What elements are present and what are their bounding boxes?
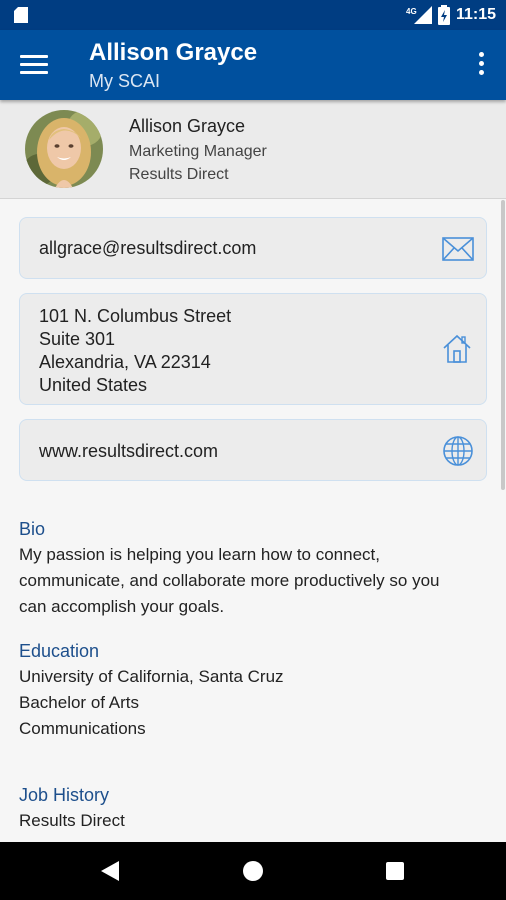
profile-job-title: Marketing Manager — [129, 143, 267, 160]
status-right: 4G 11:15 — [406, 0, 496, 30]
app-title: Allison Grayce — [89, 39, 258, 66]
job-history-heading: Job History — [19, 785, 110, 805]
more-vert-icon[interactable] — [474, 52, 488, 80]
sd-card-icon — [14, 7, 28, 23]
bio-line: My passion is helping you learn how to c… — [19, 545, 380, 564]
education-line: Bachelor of Arts — [19, 693, 140, 712]
email-text: allgrace@resultsdirect.com — [39, 238, 257, 258]
address-line: United States — [39, 375, 148, 395]
system-nav-bar — [0, 842, 506, 900]
address-line: Suite 301 — [39, 329, 116, 349]
job-history-text: Results Direct — [19, 808, 125, 834]
bio-line: can accomplish your goals. — [19, 597, 225, 616]
address-text: 101 N. Columbus Street Suite 301 Alexand… — [39, 305, 231, 397]
mail-icon — [442, 237, 474, 261]
avatar — [25, 110, 103, 188]
menu-icon[interactable] — [18, 50, 50, 80]
profile-name: Allison Grayce — [129, 116, 246, 136]
home-icon — [443, 334, 471, 363]
profile-company: Results Direct — [129, 166, 229, 183]
address-card[interactable]: 101 N. Columbus Street Suite 301 Alexand… — [19, 293, 487, 405]
bio-line: communicate, and collaborate more produc… — [19, 571, 440, 590]
svg-text:4G: 4G — [406, 7, 417, 16]
bio-heading: Bio — [19, 519, 46, 539]
website-text: www.resultsdirect.com — [39, 441, 219, 461]
profile-header: Allison Grayce Marketing Manager Results… — [0, 100, 506, 199]
education-line: University of California, Santa Cruz — [19, 667, 284, 686]
education-line: Communications — [19, 719, 146, 738]
education-heading: Education — [19, 641, 100, 661]
address-line: 101 N. Columbus Street — [39, 306, 232, 326]
back-icon[interactable] — [101, 861, 119, 881]
signal-icon: 4G — [406, 6, 432, 24]
globe-icon — [443, 436, 473, 466]
status-time: 11:15 — [455, 6, 496, 23]
job-history-line: Results Direct — [19, 811, 125, 830]
scrollbar[interactable] — [501, 200, 505, 490]
battery-icon — [437, 5, 450, 25]
app-bar: Allison Grayce My SCAI — [0, 30, 506, 100]
home-nav-icon[interactable] — [243, 861, 263, 881]
email-card[interactable]: allgrace@resultsdirect.com — [19, 217, 487, 279]
address-line: Alexandria, VA 22314 — [39, 352, 211, 372]
app-subtitle: My SCAI — [89, 71, 161, 91]
status-bar: 4G 11:15 — [0, 0, 506, 30]
recents-icon[interactable] — [386, 862, 404, 880]
bio-text: My passion is helping you learn how to c… — [19, 542, 440, 620]
website-card[interactable]: www.resultsdirect.com — [19, 419, 487, 481]
education-text: University of California, Santa Cruz Bac… — [19, 664, 284, 742]
